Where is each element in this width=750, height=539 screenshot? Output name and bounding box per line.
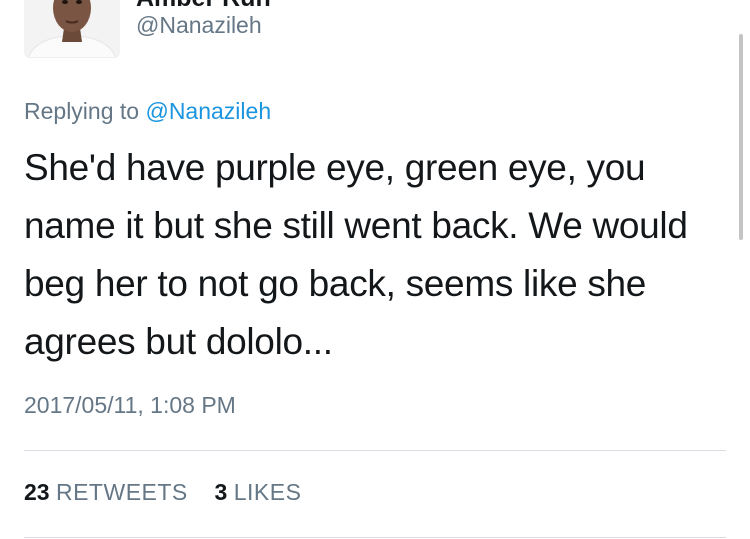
retweets-count: 23 — [24, 479, 50, 505]
replying-to-mention-link[interactable]: @Nanazileh — [145, 98, 271, 124]
divider — [24, 537, 726, 538]
tweet-stats: 23 RETWEETS 3 LIKES — [24, 479, 301, 506]
likes-label: LIKES — [233, 479, 302, 505]
user-handle[interactable]: @Nanazileh — [136, 12, 262, 39]
avatar-photo — [24, 0, 120, 58]
likes-count: 3 — [214, 479, 228, 505]
scrollbar[interactable] — [739, 34, 743, 240]
tweet-text: She'd have purple eye, green eye, you na… — [24, 147, 688, 362]
replying-to-label: Replying to — [24, 98, 140, 124]
retweets-label: RETWEETS — [55, 479, 188, 505]
retweets-stat[interactable]: 23 RETWEETS — [24, 479, 194, 505]
tweet-timestamp[interactable]: 2017/05/11, 1:08 PM — [24, 392, 236, 419]
likes-stat[interactable]: 3 LIKES — [215, 479, 302, 505]
replying-to: Replying to @Nanazileh — [24, 98, 271, 125]
avatar[interactable] — [24, 0, 120, 58]
chevron-down-icon[interactable] — [706, 0, 728, 4]
divider — [24, 450, 726, 451]
